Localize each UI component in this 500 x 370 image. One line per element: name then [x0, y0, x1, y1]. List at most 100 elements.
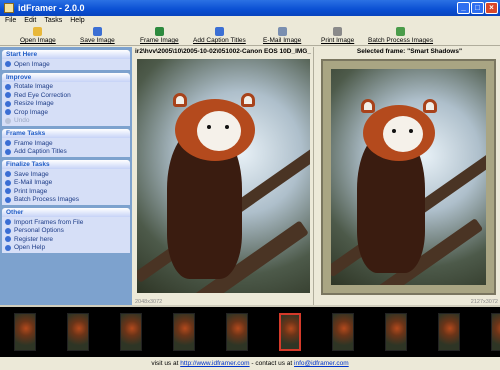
task-save-image[interactable]: Save Image [5, 170, 127, 179]
task-frame-image[interactable]: Frame Image [5, 139, 127, 148]
print-image-toolbar-button[interactable]: Print Image [321, 27, 354, 44]
smart-shadows-frame [321, 59, 496, 295]
toolbar-button-label: Print Image [321, 37, 355, 44]
task-icon [5, 148, 11, 155]
task-icon [5, 83, 11, 90]
task-label: Batch Process Images [14, 196, 80, 204]
frame-icon [154, 27, 164, 36]
window-title: idFramer - 2.0.0 [18, 3, 85, 13]
frame-thumbnail[interactable] [120, 313, 142, 351]
task-crop-image[interactable]: Crop Image [5, 108, 127, 117]
panel-other: Other Import Frames from File Personal Opt… [2, 208, 130, 253]
task-open-image[interactable]: Open Image [5, 60, 127, 69]
task-label: Register here [14, 235, 54, 243]
toolbar-button-label: Save Image [80, 37, 115, 44]
status-middle: - contact us at [251, 360, 293, 367]
minimize-button[interactable]: _ [457, 2, 470, 14]
task-label: Personal Options [14, 227, 64, 235]
task-icon [5, 179, 11, 186]
menu-file[interactable]: File [5, 16, 16, 26]
framed-photo [331, 69, 486, 285]
framed-image-pane: Selected frame: "Smart Shadows" 2127x307… [317, 47, 500, 305]
task-icon [5, 236, 11, 243]
frame-thumbnail[interactable] [279, 313, 301, 351]
panel-header[interactable]: Frame Tasks [2, 129, 130, 138]
task-icon [5, 171, 11, 178]
panel-header[interactable]: Start Here [2, 50, 130, 59]
task-icon [5, 188, 11, 195]
task-resize-image[interactable]: Resize Image [5, 100, 127, 109]
e-mail-image-toolbar-button[interactable]: E-Mail Image [263, 27, 301, 44]
frame-thumbnail[interactable] [67, 313, 89, 351]
task-import-frames-from-file[interactable]: Import Frames from File [5, 218, 127, 227]
menu-tasks[interactable]: Tasks [44, 16, 62, 26]
toolbar-button-label: Batch Process Images [368, 37, 434, 44]
frame-filmstrip [0, 305, 500, 357]
task-icon [5, 196, 11, 203]
frame-thumbnail[interactable] [226, 313, 248, 351]
toolbar-button-label: E-Mail Image [263, 37, 302, 44]
panel-header[interactable]: Finalize Tasks [2, 160, 130, 169]
task-open-help[interactable]: Open Help [5, 244, 127, 253]
toolbar-button-label: Add Caption Titles [193, 37, 246, 44]
menu-help[interactable]: Help [70, 16, 84, 26]
task-icon [5, 92, 11, 99]
menu-edit[interactable]: Edit [24, 16, 36, 26]
panel-finalize-tasks: Finalize Tasks Save Image E-Mail Image Prin… [2, 160, 130, 205]
panel-body: Open Image [2, 59, 130, 70]
frame-image-toolbar-button[interactable]: Frame Image [140, 27, 179, 44]
status-bar: visit us at http://www.idframer.com - co… [0, 357, 500, 370]
email-link[interactable]: info@idframer.com [294, 360, 349, 367]
task-register-here[interactable]: Register here [5, 235, 127, 244]
task-label: Undo [14, 117, 30, 125]
task-label: Open Help [14, 244, 46, 252]
frame-thumbnail[interactable] [385, 313, 407, 351]
frame-thumbnail[interactable] [332, 313, 354, 351]
frame-thumbnail[interactable] [491, 313, 500, 351]
frame-thumbnail[interactable] [438, 313, 460, 351]
task-label: Resize Image [14, 100, 54, 108]
panel-body: Frame Image Add Caption Titles [2, 138, 130, 157]
toolbar-button-label: Open Image [20, 37, 56, 44]
save-image-toolbar-button[interactable]: Save Image [80, 27, 115, 44]
task-icon [5, 117, 11, 124]
print-icon [333, 27, 343, 36]
task-print-image[interactable]: Print Image [5, 187, 127, 196]
add-caption-titles-toolbar-button[interactable]: Add Caption Titles [193, 27, 246, 44]
maximize-button[interactable]: □ [471, 2, 484, 14]
task-red-eye-correction[interactable]: Red Eye Correction [5, 91, 127, 100]
frame-thumbnail[interactable] [173, 313, 195, 351]
task-icon [5, 244, 11, 251]
email-icon [277, 27, 287, 36]
original-photo [137, 59, 310, 293]
folder-icon [33, 27, 43, 36]
task-batch-process-images[interactable]: Batch Process Images [5, 196, 127, 205]
open-image-toolbar-button[interactable]: Open Image [20, 27, 56, 44]
frame-thumbnail[interactable] [14, 313, 36, 351]
website-link[interactable]: http://www.idframer.com [180, 360, 249, 367]
task-rotate-image[interactable]: Rotate Image [5, 83, 127, 92]
task-label: E-Mail Image [14, 179, 53, 187]
batch-process-images-toolbar-button[interactable]: Batch Process Images [368, 27, 433, 44]
close-button[interactable]: × [485, 2, 498, 14]
task-e-mail-image[interactable]: E-Mail Image [5, 179, 127, 188]
title-bar: idFramer - 2.0.0 _ □ × [0, 0, 500, 16]
task-label: Red Eye Correction [14, 91, 71, 99]
menu-bar: File Edit Tasks Help [0, 16, 500, 26]
task-icon [5, 61, 11, 68]
task-personal-options[interactable]: Personal Options [5, 227, 127, 236]
panel-body: Rotate Image Red Eye Correction Resize Ima… [2, 81, 130, 126]
save-icon [92, 27, 102, 36]
task-label: Rotate Image [14, 83, 54, 91]
task-icon [5, 227, 11, 234]
task-icon [5, 100, 11, 107]
task-undo: Undo [5, 117, 127, 126]
app-icon [4, 3, 14, 13]
task-add-caption-titles[interactable]: Add Caption Titles [5, 148, 127, 157]
toolbar: Open Image Save Image Frame Image Add Capti… [0, 26, 500, 46]
original-image-pane: ir2\hvv\2005\10\2005-10-02\051002-Canon … [133, 47, 314, 305]
task-label: Print Image [14, 187, 48, 195]
panel-header[interactable]: Improve [2, 72, 130, 82]
panel-header[interactable]: Other [2, 208, 130, 217]
main-area: ir2\hvv\2005\10\2005-10-02\051002-Canon … [133, 47, 500, 305]
